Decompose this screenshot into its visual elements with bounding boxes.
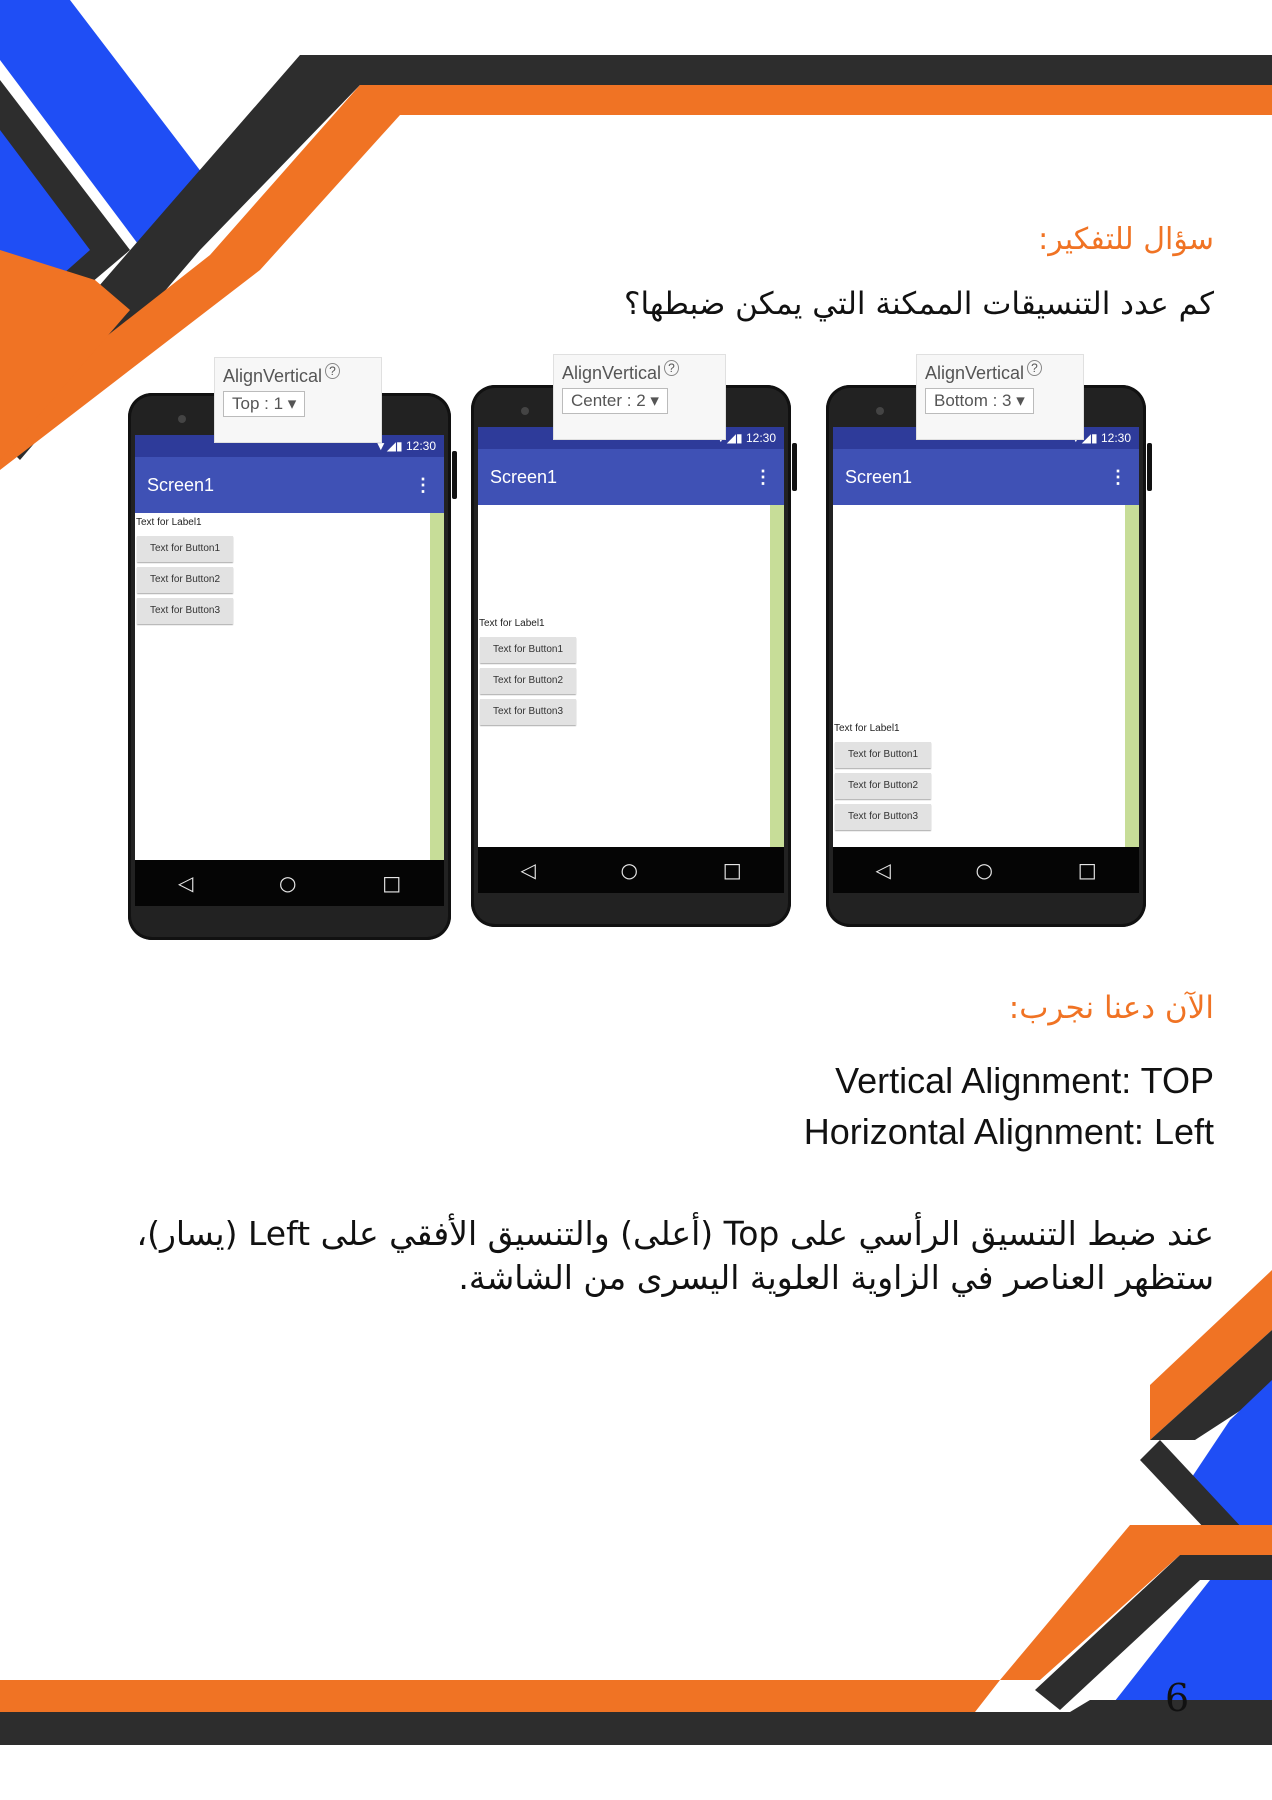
button1[interactable]: Text for Button1 (835, 742, 931, 768)
button3[interactable]: Text for Button3 (480, 699, 576, 725)
home-icon[interactable]: ○ (279, 871, 296, 895)
camera-dot (521, 407, 529, 415)
horizontal-alignment-line: Horizontal Alignment: Left (803, 1111, 1214, 1152)
scroll-strip (770, 505, 784, 847)
think-question-title: سؤال للتفكير: (1038, 222, 1214, 257)
button3[interactable]: Text for Button3 (835, 804, 931, 830)
recent-apps-icon[interactable]: □ (1078, 858, 1097, 882)
phone-center: ▼◢▮ 12:30 Screen1 ⋮ Text for Label1 Text … (471, 385, 797, 927)
align-vertical-property: AlignVertical? Top : 1 ▾ (214, 357, 382, 443)
camera-dot (178, 415, 186, 423)
button1[interactable]: Text for Button1 (137, 536, 233, 562)
status-time: 12:30 (1100, 431, 1131, 445)
property-title: AlignVertical (925, 363, 1025, 383)
screen-title: Screen1 (147, 475, 215, 495)
help-icon[interactable]: ? (325, 363, 340, 379)
button3[interactable]: Text for Button3 (137, 598, 233, 624)
screen-title: Screen1 (490, 467, 558, 487)
page-number: 6 (1165, 1676, 1190, 1720)
phone-screen: ▼◢▮ 12:30 Screen1⋮ Text for Label1 Text … (135, 435, 444, 860)
align-vertical-select[interactable]: Center : 2 ▾ (562, 388, 668, 414)
app-bar: Screen1 ⋮ (833, 449, 1139, 505)
explanation-paragraph: عند ضبط التنسيق الرأسي على Top (أعلى) وا… (136, 1214, 1214, 1297)
phone-screen: ▼◢▮ 12:30 Screen1⋮ Text for Label1 Text … (478, 427, 784, 847)
align-vertical-select[interactable]: Top : 1 ▾ (223, 391, 306, 417)
recent-apps-icon[interactable]: □ (723, 858, 742, 882)
phone-bottom: ▼◢▮ 12:30 Screen1⋮ Text for Label1 Text … (826, 385, 1152, 927)
navigation-bar: ◁ ○ □ (478, 847, 784, 893)
question-text: كم عدد التنسيقات الممكنة التي يمكن ضبطها… (624, 286, 1214, 322)
phone-screen: ▼◢▮ 12:30 Screen1⋮ Text for Label1 Text … (833, 427, 1139, 847)
try-title: الآن دعنا نجرب: (1008, 990, 1214, 1026)
button2[interactable]: Text for Button2 (137, 567, 233, 593)
screen-content: Text for Label1 Text for Button1 Text fo… (478, 505, 770, 847)
navigation-bar: ◁ ○ □ (135, 860, 444, 906)
more-icon[interactable]: ⋮ (414, 457, 432, 513)
label1: Text for Label1 (479, 618, 545, 629)
scroll-strip (430, 513, 444, 860)
app-bar: Screen1 ⋮ (135, 457, 444, 513)
component-group: Text for Label1 Text for Button1 Text fo… (135, 515, 233, 629)
status-time: 12:30 (405, 439, 436, 453)
label1: Text for Label1 (834, 723, 900, 734)
side-button (452, 451, 457, 499)
button1[interactable]: Text for Button1 (480, 637, 576, 663)
button2[interactable]: Text for Button2 (835, 773, 931, 799)
screen-content: Text for Label1 Text for Button1 Text fo… (833, 505, 1125, 847)
scroll-strip (1125, 505, 1139, 847)
phone-top: ▼◢▮ 12:30 Screen1 ⋮ Text for Label1 Text … (128, 393, 457, 940)
property-title: AlignVertical (562, 363, 662, 383)
component-group: Text for Label1 Text for Button1 Text fo… (833, 721, 931, 835)
back-icon[interactable]: ◁ (178, 871, 193, 895)
home-icon[interactable]: ○ (976, 858, 993, 882)
help-icon[interactable]: ? (1027, 360, 1042, 376)
navigation-bar: ◁ ○ □ (833, 847, 1139, 893)
side-button (792, 443, 797, 491)
back-icon[interactable]: ◁ (520, 858, 535, 882)
vertical-alignment-line: Vertical Alignment: TOP (835, 1060, 1214, 1101)
side-button (1147, 443, 1152, 491)
app-bar: Screen1 ⋮ (478, 449, 784, 505)
property-title: AlignVertical (223, 366, 323, 386)
label1: Text for Label1 (136, 517, 202, 528)
button2[interactable]: Text for Button2 (480, 668, 576, 694)
home-icon[interactable]: ○ (621, 858, 638, 882)
help-icon[interactable]: ? (664, 360, 679, 376)
more-icon[interactable]: ⋮ (754, 449, 772, 505)
recent-apps-icon[interactable]: □ (382, 871, 401, 895)
more-icon[interactable]: ⋮ (1109, 449, 1127, 505)
align-vertical-property: AlignVertical? Bottom : 3 ▾ (916, 354, 1084, 440)
status-time: 12:30 (745, 431, 776, 445)
screen-title: Screen1 (845, 467, 913, 487)
screen-content: Text for Label1 Text for Button1 Text fo… (135, 513, 430, 860)
align-vertical-property: AlignVertical? Center : 2 ▾ (553, 354, 726, 440)
back-icon[interactable]: ◁ (875, 858, 890, 882)
camera-dot (876, 407, 884, 415)
align-vertical-select[interactable]: Bottom : 3 ▾ (925, 388, 1034, 414)
component-group: Text for Label1 Text for Button1 Text fo… (478, 616, 576, 730)
